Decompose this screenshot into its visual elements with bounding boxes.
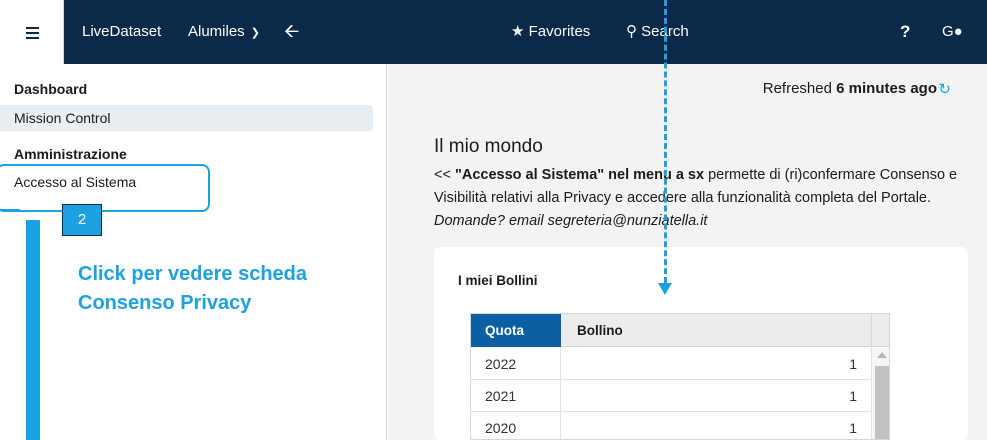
bollini-card: I miei Bollini Quota Bollino 2022 1 2021… bbox=[434, 247, 968, 440]
sidebar-heading-dashboard: Dashboard bbox=[14, 81, 88, 97]
sidebar-heading-amministrazione: Amministrazione bbox=[14, 146, 127, 162]
user-menu-button[interactable]: G● bbox=[942, 0, 963, 64]
sidebar: Dashboard Mission Control Amministrazion… bbox=[0, 64, 387, 440]
cell-quota: 2022 bbox=[471, 348, 561, 380]
annotation-arrow-down-icon bbox=[658, 283, 672, 295]
scroll-up-icon[interactable] bbox=[877, 352, 887, 358]
user-icon: ● bbox=[953, 23, 963, 40]
refresh-prefix: Refreshed bbox=[762, 80, 832, 97]
header-spacer bbox=[871, 314, 889, 347]
org-selector[interactable]: Alumiles ❯ bbox=[188, 0, 260, 64]
annotation-dashed-line bbox=[664, 0, 667, 283]
cell-bollino: 1 bbox=[849, 388, 857, 404]
highlight-box bbox=[0, 164, 210, 212]
refresh-status: Refreshed 6 minutes ago bbox=[763, 80, 937, 97]
column-header-bollino[interactable]: Bollino bbox=[561, 314, 623, 347]
user-initials: G bbox=[942, 23, 954, 40]
column-header-quota[interactable]: Quota bbox=[471, 314, 561, 347]
table-row[interactable]: 2022 1 bbox=[471, 348, 871, 380]
favorites-label: Favorites bbox=[528, 23, 591, 40]
refresh-time: 6 minutes ago bbox=[836, 80, 937, 97]
step-badge: 2 bbox=[62, 204, 102, 236]
cell-quota: 2021 bbox=[471, 380, 561, 412]
hamburger-menu-button[interactable] bbox=[0, 0, 64, 64]
table-header: Quota Bollino bbox=[471, 314, 889, 347]
callout-line-2: Consenso Privacy bbox=[78, 292, 252, 314]
table-row[interactable]: 2021 1 bbox=[471, 380, 871, 412]
sidebar-item-mission-control[interactable]: Mission Control bbox=[0, 105, 373, 131]
annotation-connector bbox=[0, 209, 20, 211]
scroll-thumb[interactable] bbox=[875, 366, 889, 439]
main-content: Refreshed 6 minutes ago ↻ Il mio mondo <… bbox=[388, 64, 987, 440]
table-scrollbar[interactable] bbox=[871, 348, 889, 439]
search-button[interactable]: ⚲ Search bbox=[626, 0, 689, 64]
org-name: Alumiles bbox=[188, 23, 245, 40]
intro-prefix: << bbox=[434, 167, 451, 183]
favorites-button[interactable]: ★ Favorites bbox=[511, 0, 590, 64]
app-name-link[interactable]: LiveDataset bbox=[82, 0, 161, 64]
table-row[interactable]: 2020 1 bbox=[471, 412, 871, 439]
top-navigation-bar: LiveDataset Alumiles ❯ 🡨 ★ Favorites ⚲ Se… bbox=[0, 0, 987, 64]
search-icon: ⚲ bbox=[626, 23, 637, 40]
cell-bollino: 1 bbox=[849, 356, 857, 372]
help-button[interactable]: ? bbox=[900, 0, 910, 64]
bollini-table: Quota Bollino 2022 1 2021 1 2020 1 bbox=[470, 313, 890, 440]
menu-icon bbox=[26, 27, 39, 29]
refresh-icon[interactable]: ↻ bbox=[938, 80, 951, 98]
menu-icon-bar bbox=[26, 32, 39, 34]
menu-icon-bar bbox=[26, 37, 39, 39]
cell-quota: 2020 bbox=[471, 412, 561, 439]
page-title: Il mio mondo bbox=[434, 136, 543, 157]
cell-bollino: 1 bbox=[849, 420, 857, 436]
arrow-left-icon[interactable]: 🡨 bbox=[284, 0, 299, 64]
annotation-bar bbox=[26, 220, 40, 440]
callout-line-1: Click per vedere scheda bbox=[78, 263, 308, 285]
intro-text: << "Accesso al Sistema" nel menu a sx pe… bbox=[434, 164, 964, 233]
bollini-title: I miei Bollini bbox=[458, 273, 538, 288]
star-icon: ★ bbox=[511, 23, 525, 40]
chevron-down-icon: ❯ bbox=[250, 27, 260, 39]
callout-text: Click per vedere scheda Consenso Privacy bbox=[78, 260, 307, 318]
